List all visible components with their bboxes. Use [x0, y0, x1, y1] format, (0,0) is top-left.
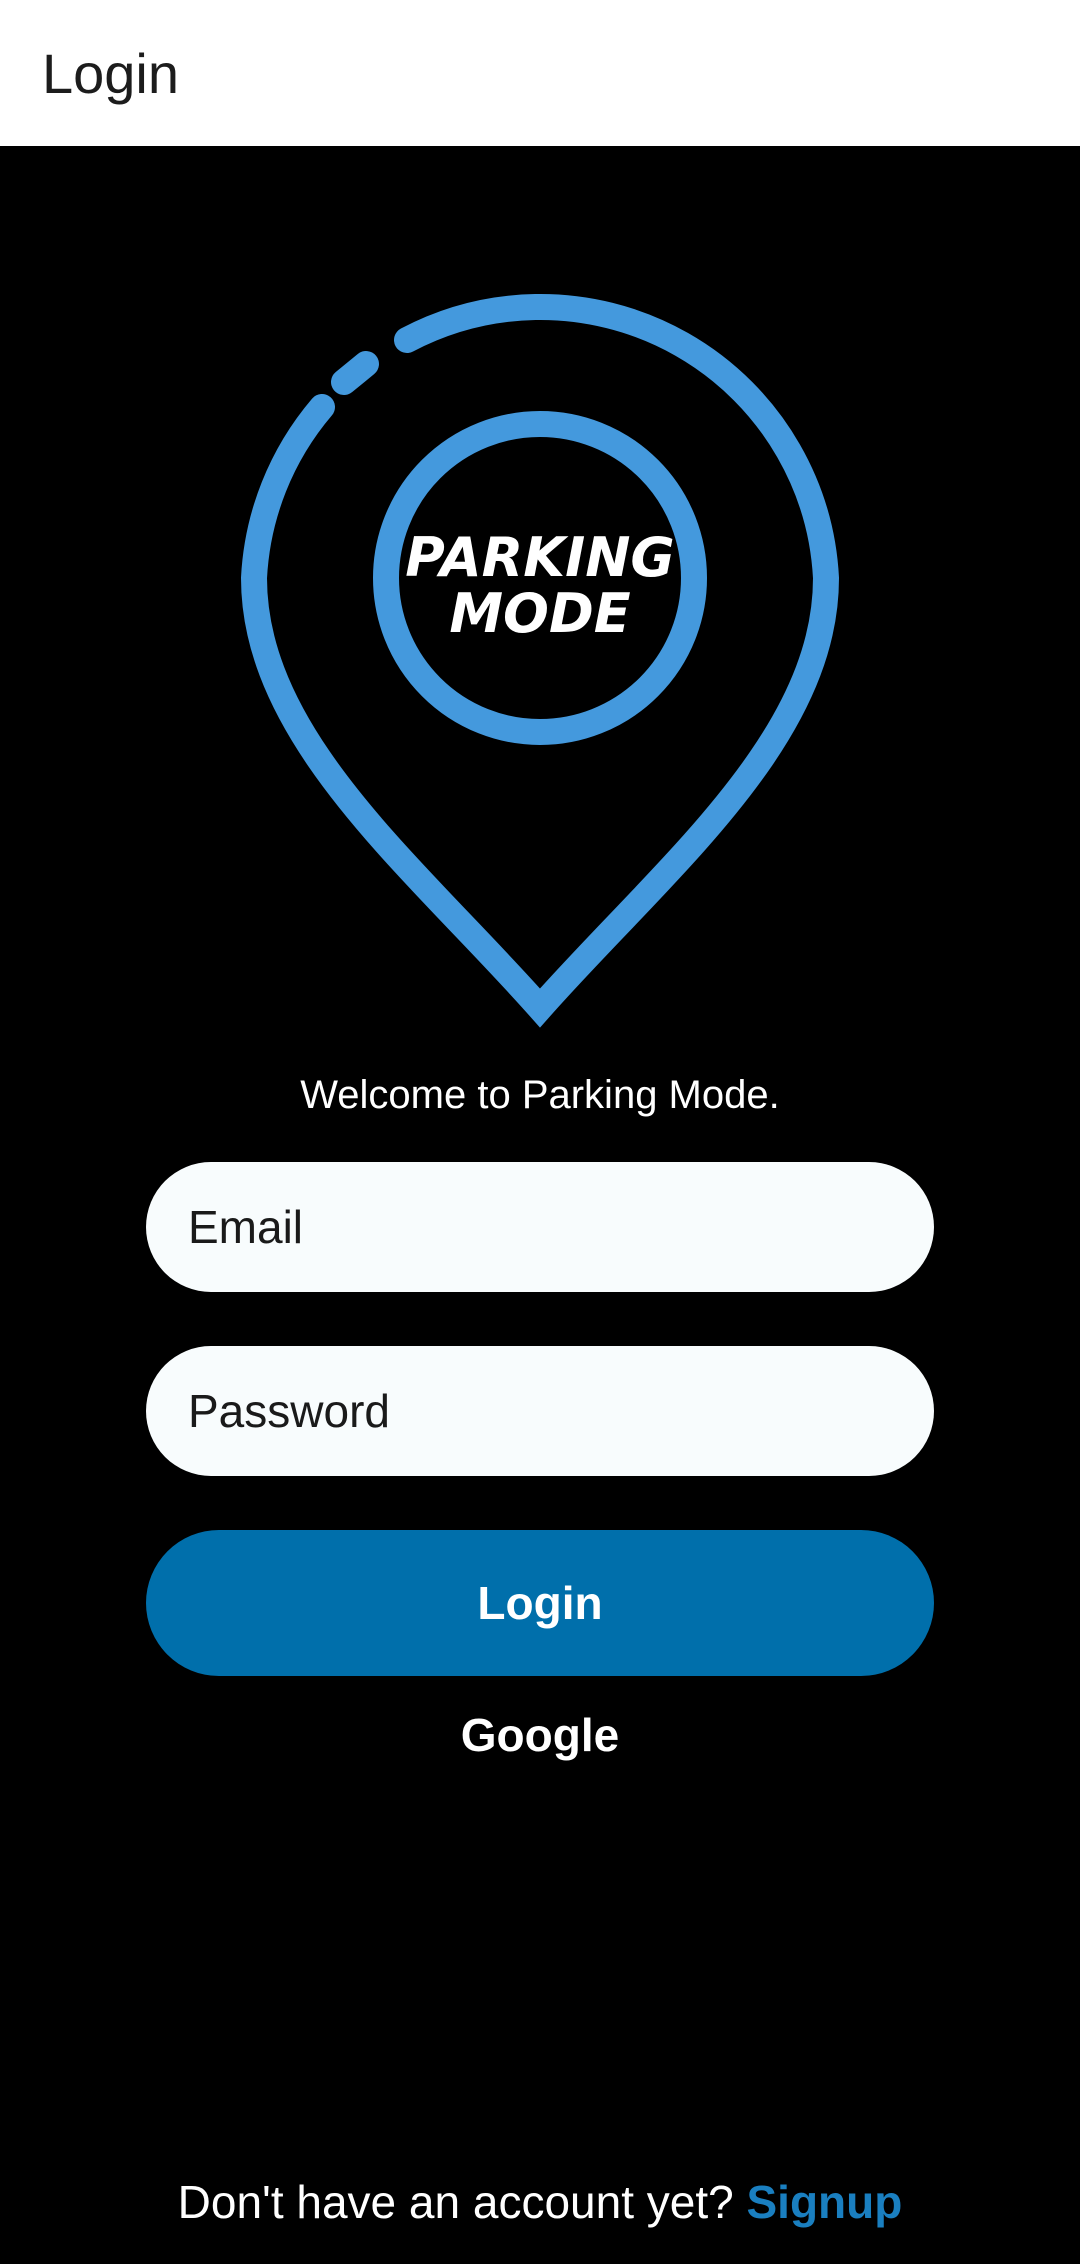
- welcome-message: Welcome to Parking Mode.: [300, 1073, 780, 1117]
- logo-text-line1: PARKING: [405, 526, 674, 589]
- password-field[interactable]: [146, 1346, 934, 1476]
- google-login-button[interactable]: Google: [390, 1700, 690, 1770]
- location-pin-icon: [240, 293, 840, 1028]
- email-field[interactable]: [146, 1162, 934, 1292]
- logo-text-line2: MODE: [449, 582, 630, 645]
- parking-mode-logo: PARKING MODE: [240, 293, 840, 1028]
- login-button[interactable]: Login: [146, 1530, 934, 1676]
- signup-prompt-row: Don't have an account yet? Signup: [0, 2170, 1080, 2234]
- login-screen: Login PARKING MODE Welcome to Parking Mo…: [0, 0, 1080, 2264]
- signup-prompt-text: Don't have an account yet?: [177, 2176, 734, 2228]
- signup-link[interactable]: Signup: [746, 2176, 902, 2228]
- app-bar: Login: [0, 0, 1080, 146]
- page-title: Login: [42, 42, 180, 105]
